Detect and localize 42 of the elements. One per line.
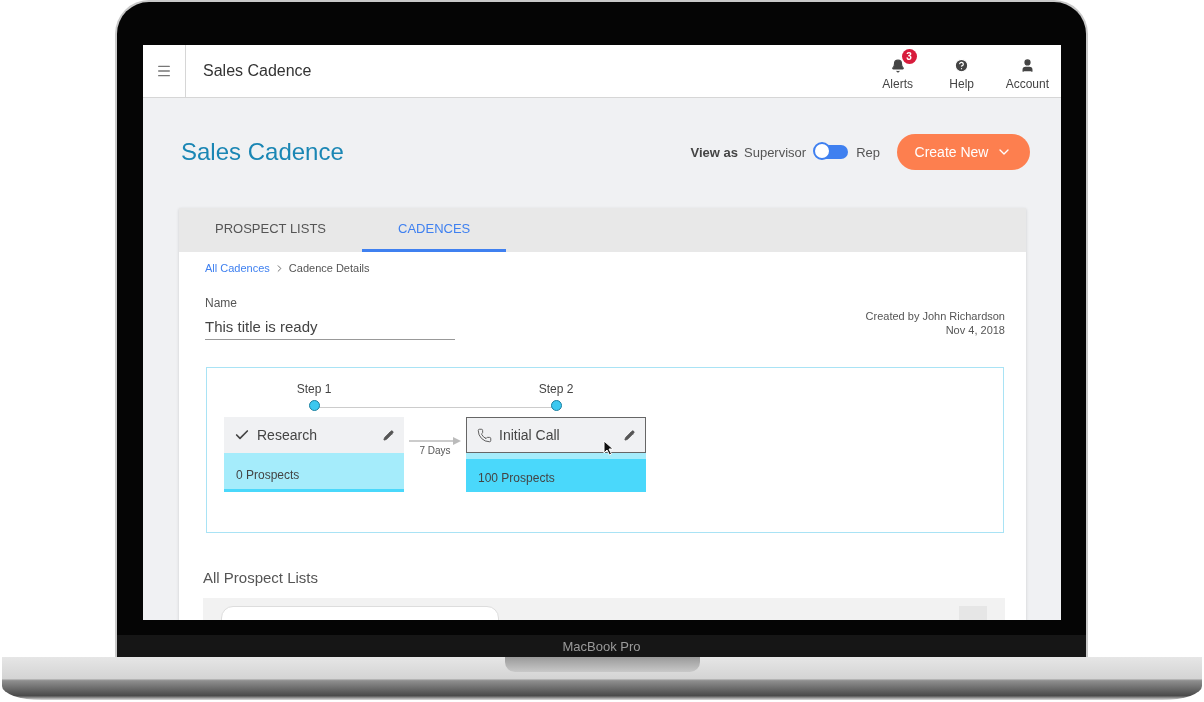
supervisor-label: Supervisor [744,144,807,160]
step-title: Research [257,427,318,443]
bell-icon [890,59,905,73]
device-label: MacBook Pro [562,638,641,654]
created-by: Created by John Richardson [865,310,1005,322]
nav-item[interactable]: 3 Alerts [865,45,930,97]
step-header[interactable]: Initial Call [466,417,646,453]
step-title: Initial Call [499,427,561,443]
arrow-icon [409,437,461,445]
cursor-icon [603,440,614,456]
step-dot [550,400,562,411]
count-badge: 3 [901,49,917,64]
person-icon [1019,58,1035,73]
pencil-icon[interactable] [383,429,394,441]
pencil-icon[interactable] [624,429,635,441]
prospect-count: 100 Prospects [478,471,555,485]
page-title: Sales Cadence [181,138,345,166]
created-date: Nov 4, 2018 [945,324,1005,336]
nav-label: Alerts [882,77,913,91]
menu-icon[interactable] [156,63,172,79]
app-title: Sales Cadence [203,62,313,80]
step-dot [308,400,320,411]
view-toggle[interactable] [814,145,849,159]
section-title: All Prospect Lists [203,569,320,586]
name-input[interactable]: This title is ready [205,318,455,340]
prospect-count: 0 Prospects [236,468,300,482]
step-label: Step 1 [296,382,332,398]
view-as-label: View as [690,144,738,160]
nav-item[interactable]: Account [993,45,1061,97]
tab[interactable]: PROSPECT LISTS [179,208,362,252]
nav-label: Help [949,77,974,91]
rep-label: Rep [856,144,880,160]
step-header[interactable]: Research [224,417,404,453]
phone-icon [477,427,492,443]
nav-item[interactable]: Help [929,45,994,97]
field-label: Name [205,296,238,310]
delay-label: 7 Days [419,445,451,456]
breadcrumb-current: Cadence Details [288,262,370,274]
nav-label: Account [1005,77,1049,91]
step-label: Step 2 [538,382,574,398]
help-icon [954,58,970,73]
breadcrumb-link[interactable]: All Cadences [205,262,270,274]
